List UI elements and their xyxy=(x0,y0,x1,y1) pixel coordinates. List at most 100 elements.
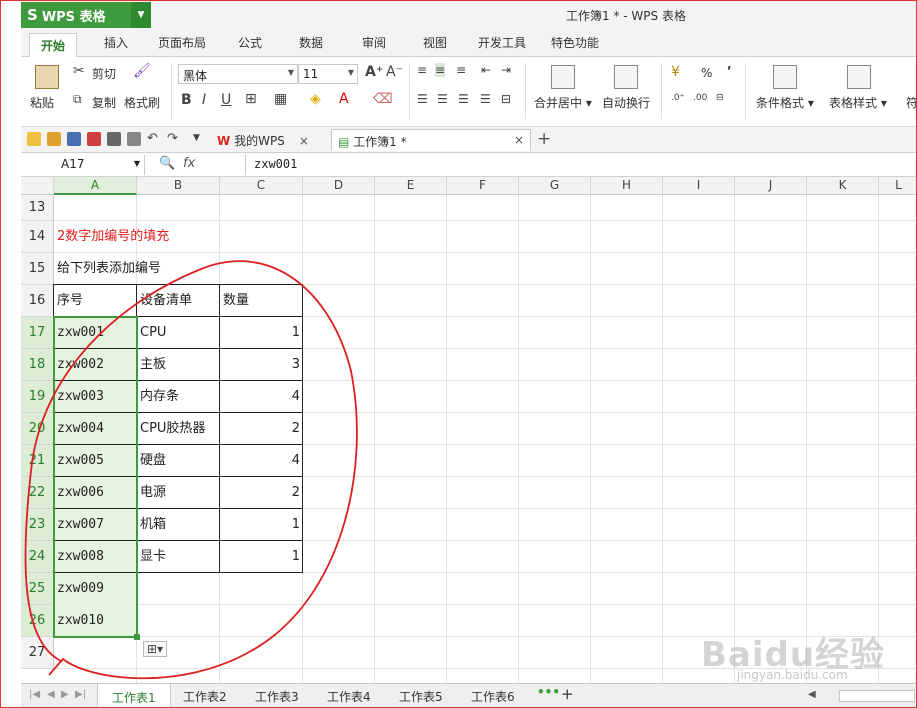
column-header-d[interactable]: D xyxy=(303,177,375,195)
conditional-format-button[interactable]: 条件格式 ▾ xyxy=(756,94,814,111)
app-menu-button[interactable]: S WPS 表格 xyxy=(21,2,131,28)
insert-function-button[interactable]: fx xyxy=(183,156,195,171)
border-icon[interactable]: ⊞ xyxy=(245,91,257,107)
align-bottom-icon[interactable]: ≡ xyxy=(456,63,466,77)
currency-icon[interactable]: ¥ xyxy=(671,64,680,80)
tab-data[interactable]: 数据 xyxy=(299,34,323,51)
font-size-select[interactable]: 11 ▼ xyxy=(298,64,358,84)
align-left-icon[interactable]: ☰ xyxy=(417,92,428,106)
conditional-format-icon[interactable] xyxy=(773,65,797,89)
tab-review[interactable]: 审阅 xyxy=(362,34,386,51)
doc-tab-my-wps[interactable]: W 我的WPS × xyxy=(211,129,315,151)
row-header-22[interactable]: 22 xyxy=(21,477,54,509)
last-sheet-icon[interactable]: ▶| xyxy=(75,689,86,700)
more-sheets-icon[interactable]: ••• xyxy=(537,685,560,699)
tab-home[interactable]: 开始 xyxy=(29,33,78,58)
horizontal-scrollbar[interactable] xyxy=(839,690,915,702)
row-header-25[interactable]: 25 xyxy=(21,573,54,605)
first-sheet-icon[interactable]: |◀ xyxy=(29,689,40,700)
name-box[interactable]: A17 ▼ xyxy=(21,155,145,175)
table-cell-item[interactable]: 硬盘 xyxy=(137,445,220,477)
tab-view[interactable]: 视图 xyxy=(423,34,447,51)
font-name-select[interactable]: 黑体 ▼ xyxy=(178,64,298,84)
sheet-tab-3[interactable]: 工作表3 xyxy=(241,688,299,705)
table-header-2[interactable]: 设备清单 xyxy=(137,285,220,317)
table-cell-item[interactable]: 机箱 xyxy=(137,509,220,541)
table-cell-qty[interactable]: 3 xyxy=(220,349,303,381)
column-header-f[interactable]: F xyxy=(447,177,519,195)
cut-button[interactable]: 剪切 xyxy=(92,65,116,82)
row-header-18[interactable]: 18 xyxy=(21,349,54,381)
symbol-button[interactable]: 符 xyxy=(906,94,916,111)
sheet-tab-1[interactable]: 工作表1 xyxy=(97,684,171,707)
merge-center-button[interactable]: 合并居中 ▾ xyxy=(534,94,592,111)
column-header-l[interactable]: L xyxy=(879,177,916,195)
format-painter-button[interactable]: 格式刷 xyxy=(124,94,160,111)
copy-button[interactable]: 复制 xyxy=(92,94,116,111)
save-icon[interactable] xyxy=(67,132,81,146)
table-cell-qty[interactable]: 2 xyxy=(220,413,303,445)
align-right-icon[interactable]: ☰ xyxy=(458,92,469,106)
open-folder-icon[interactable] xyxy=(47,132,61,146)
app-menu-dropdown-icon[interactable]: ▼ xyxy=(131,2,151,28)
table-style-button[interactable]: 表格样式 ▾ xyxy=(829,94,887,111)
table-cell-qty[interactable]: 1 xyxy=(220,509,303,541)
number-format-icon[interactable]: ⊟ xyxy=(716,93,724,103)
column-header-k[interactable]: K xyxy=(807,177,879,195)
doc-tab-workbook1[interactable]: ▤ 工作簿1 * × xyxy=(331,129,531,151)
italic-icon[interactable]: I xyxy=(202,92,206,108)
sheet-tab-5[interactable]: 工作表5 xyxy=(385,688,443,705)
formula-input[interactable]: zxw001 xyxy=(245,155,916,175)
table-cell-item[interactable]: CPU胶热器 xyxy=(137,413,220,445)
decrease-decimal-icon[interactable]: .00 xyxy=(693,93,707,103)
tab-formulas[interactable]: 公式 xyxy=(238,34,262,51)
sheet-tab-6[interactable]: 工作表6 xyxy=(457,688,515,705)
table-cell-qty[interactable]: 4 xyxy=(220,381,303,413)
row-header-14[interactable]: 14 xyxy=(21,221,54,253)
justify-icon[interactable]: ☰ xyxy=(480,92,491,106)
autofill-options-icon[interactable]: ⊞▾ xyxy=(143,641,168,657)
print-icon[interactable] xyxy=(107,132,121,146)
row-header-19[interactable]: 19 xyxy=(21,381,54,413)
underline-icon[interactable]: U xyxy=(221,92,231,108)
column-header-i[interactable]: I xyxy=(663,177,735,195)
paste-icon[interactable] xyxy=(35,65,59,89)
column-header-a[interactable]: A xyxy=(54,177,137,195)
indent-decrease-icon[interactable]: ⇤ xyxy=(481,63,491,77)
spreadsheet-grid[interactable]: ABCDEFGHIJKL 13 14 15 16 17 18 19 20 21 22 23 24 25 2… xyxy=(21,177,916,683)
wrap-text-icon[interactable] xyxy=(614,65,638,89)
row-header-15[interactable]: 15 xyxy=(21,253,54,285)
fill-pattern-icon[interactable]: ▦ xyxy=(274,91,287,107)
clear-format-icon[interactable]: ⌫ xyxy=(373,91,393,107)
row-header-27[interactable]: 27 xyxy=(21,637,54,669)
wrap-text-button[interactable]: 自动换行 xyxy=(602,94,650,111)
cell-a15-subtitle[interactable]: 给下列表添加编号 xyxy=(54,253,161,285)
increase-decimal-icon[interactable]: .0⁺ xyxy=(671,93,684,103)
indent-increase-icon[interactable]: ⇥ xyxy=(501,63,511,77)
tab-developer[interactable]: 开发工具 xyxy=(478,34,526,51)
format-painter-icon[interactable]: 🖌 xyxy=(133,63,151,79)
column-header-e[interactable]: E xyxy=(375,177,447,195)
next-sheet-icon[interactable]: ▶ xyxy=(61,689,69,700)
sheet-tab-4[interactable]: 工作表4 xyxy=(313,688,371,705)
table-cell-qty[interactable]: 1 xyxy=(220,317,303,349)
tab-insert[interactable]: 插入 xyxy=(104,34,128,51)
export-pdf-icon[interactable] xyxy=(87,132,101,146)
row-header-23[interactable]: 23 xyxy=(21,509,54,541)
distribute-icon[interactable]: ⊟ xyxy=(501,92,511,106)
add-sheet-icon[interactable]: + xyxy=(561,685,574,703)
fill-handle[interactable] xyxy=(134,634,140,640)
close-icon[interactable]: × xyxy=(514,133,524,147)
select-all-corner[interactable] xyxy=(21,177,54,195)
table-cell-item[interactable]: CPU xyxy=(137,317,220,349)
table-header-1[interactable]: 序号 xyxy=(54,285,137,317)
column-header-c[interactable]: C xyxy=(220,177,303,195)
tab-page-layout[interactable]: 页面布局 xyxy=(158,34,206,51)
cell-a14-title[interactable]: 2数字加编号的填充 xyxy=(54,221,169,253)
align-middle-icon[interactable]: ≡ xyxy=(435,63,446,77)
table-cell-qty[interactable]: 1 xyxy=(220,541,303,573)
table-cell-qty[interactable]: 2 xyxy=(220,477,303,509)
row-header-17[interactable]: 17 xyxy=(21,317,54,349)
font-color-icon[interactable]: A xyxy=(339,91,349,107)
row-header-24[interactable]: 24 xyxy=(21,541,54,573)
